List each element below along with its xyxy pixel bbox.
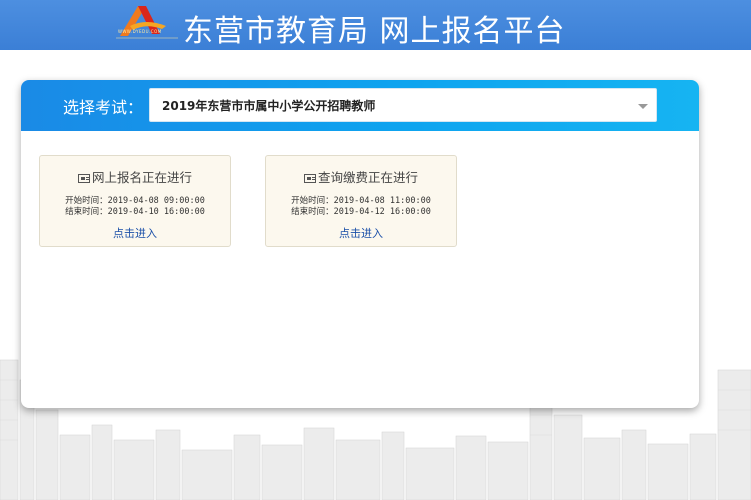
site-title: 东营市教育局 网上报名平台 <box>183 14 566 49</box>
card-icon <box>303 174 316 183</box>
exam-select-dropdown[interactable]: 2019年东营市市属中小学公开招聘教师 <box>149 88 657 122</box>
enter-link[interactable]: 点击进入 <box>40 225 230 241</box>
exam-select-value: 2019年东营市市属中小学公开招聘教师 <box>162 99 376 113</box>
card-title: 网上报名正在进行 <box>91 170 192 185</box>
site-header: WWW.DYEDU.COM 东营市教育局 网上报名平台 <box>0 0 751 50</box>
card-icon <box>77 174 90 183</box>
end-time: 结束时间：2019-04-10 16:00:00 <box>65 207 205 217</box>
site-logo <box>116 6 178 39</box>
exam-select-label: 选择考试： <box>63 98 144 117</box>
chevron-down-icon[interactable] <box>638 104 648 109</box>
card-title: 查询缴费正在进行 <box>317 170 418 185</box>
enter-link[interactable]: 点击进入 <box>266 225 456 241</box>
end-time: 结束时间：2019-04-12 16:00:00 <box>291 207 431 217</box>
registration-card: 网上报名正在进行 开始时间：2019-04-08 09:00:00 结束时间：2… <box>39 155 231 247</box>
exam-selector-bar: 选择考试： 2019年东营市市属中小学公开招聘教师 <box>21 80 699 131</box>
logo-caption: WWW.DYEDU.COM <box>118 29 162 34</box>
exam-panel: 选择考试： 2019年东营市市属中小学公开招聘教师 网上报名正在进行 开始时间：… <box>21 80 699 408</box>
payment-query-card: 查询缴费正在进行 开始时间：2019-04-08 11:00:00 结束时间：2… <box>265 155 457 247</box>
